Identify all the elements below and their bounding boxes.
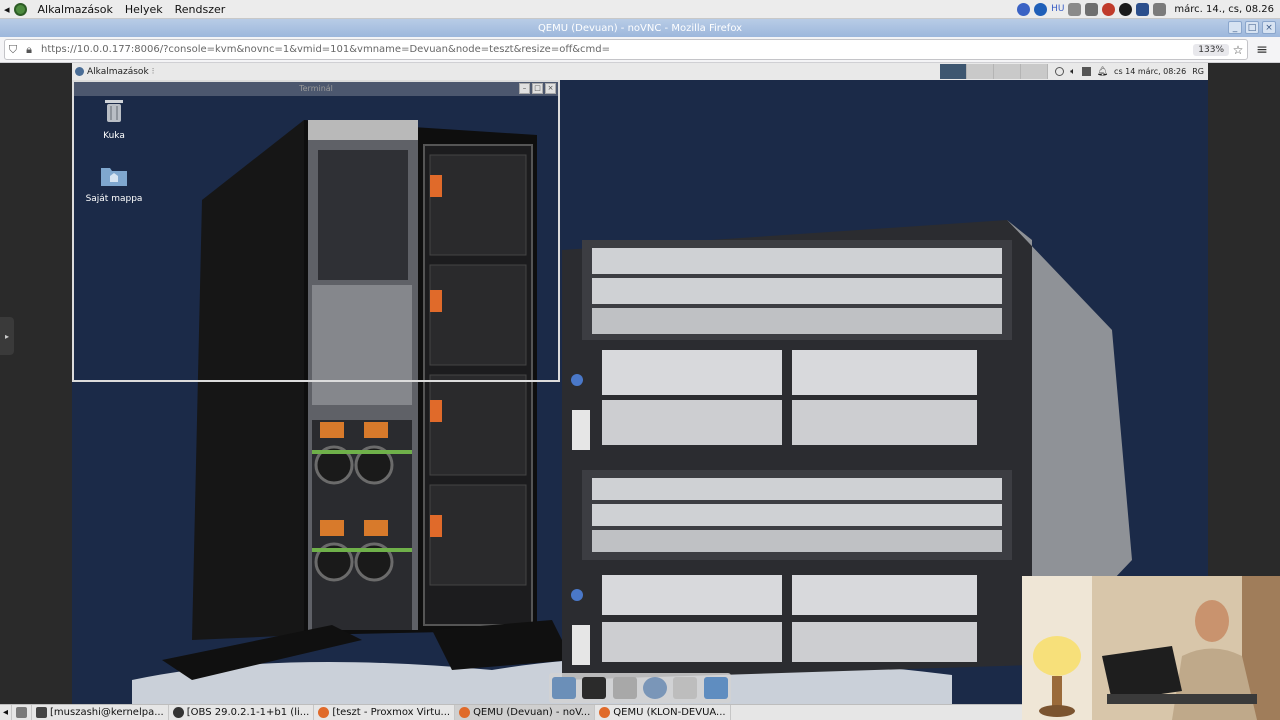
guest-volume-icon[interactable]: 🔈︎ — [1070, 67, 1075, 77]
bluetooth-icon[interactable] — [1017, 2, 1031, 16]
dock-file-manager-icon[interactable] — [612, 677, 637, 699]
firefox-icon — [599, 707, 611, 718]
hp-icon[interactable] — [1034, 2, 1048, 16]
webcam-overlay — [1022, 576, 1280, 720]
taskbar-item-label: [OBS 29.0.2.1-1+b1 (li... — [186, 707, 310, 718]
menu-applications[interactable]: Alkalmazások — [32, 3, 119, 16]
system-tray: HU márc. 14., cs, 08.26 — [1017, 2, 1280, 16]
panel-left-arrow[interactable]: ◂ — [0, 0, 14, 19]
taskbar-item-active[interactable]: QEMU (Devuan) - noV... — [455, 705, 596, 720]
update-icon[interactable] — [1102, 2, 1116, 16]
taskbar-item-label: [teszt - Proxmox Virtu... — [332, 707, 451, 718]
dock-terminal-icon[interactable] — [582, 677, 607, 699]
battery-icon[interactable] — [1153, 2, 1167, 16]
navigation-toolbar: ⛉ 🔒︎ https://10.0.0.177:8006/?console=kv… — [0, 37, 1280, 63]
volume-icon[interactable] — [1068, 2, 1082, 16]
desktop-icon-label: Kuka — [103, 131, 125, 141]
host-top-panel: ◂ Alkalmazások Helyek Rendszer HU márc. … — [0, 0, 1280, 19]
close-button[interactable]: × — [1262, 21, 1276, 34]
guest-user-initials[interactable]: RG — [1192, 67, 1204, 76]
lock-icon[interactable]: 🔒︎ — [21, 43, 37, 57]
terminal-maximize-button[interactable]: □ — [532, 83, 543, 94]
hamburger-menu-icon[interactable]: ≡ — [1248, 42, 1276, 58]
taskbar-item[interactable]: [muszashi@kernelpa... — [32, 705, 169, 720]
dock-desktop-icon[interactable] — [552, 677, 577, 699]
novnc-sidebar-handle[interactable]: ▸ — [0, 317, 14, 355]
workspace-1[interactable] — [940, 64, 967, 79]
keyboard-layout[interactable]: HU — [1051, 4, 1064, 14]
home-folder-icon — [101, 168, 127, 186]
taskbar-item[interactable]: [OBS 29.0.2.1-1+b1 (li... — [169, 705, 315, 720]
minimize-button[interactable]: _ — [1228, 21, 1242, 34]
taskbar-left-arrow[interactable]: ◂ — [0, 705, 13, 720]
show-desktop-button[interactable] — [12, 705, 33, 720]
desktop-icon-label: Saját mappa — [85, 194, 143, 204]
desktop-icon-home[interactable]: Saját mappa — [79, 163, 149, 204]
dock-folder-icon[interactable] — [703, 677, 728, 699]
address-bar[interactable]: ⛉ 🔒︎ https://10.0.0.177:8006/?console=kv… — [4, 39, 1248, 60]
guest-top-panel: Alkalmazások ⁝ 🔈︎ 🔔︎ cs 14 márc, 08:26 R… — [72, 63, 1208, 80]
taskbar-item[interactable]: QEMU (KLON-DEVUA... — [595, 705, 731, 720]
taskbar-item-label: QEMU (Devuan) - noV... — [473, 707, 591, 718]
zoom-level[interactable]: 133% — [1193, 43, 1229, 56]
workspace-3[interactable] — [994, 64, 1021, 79]
dock-search-icon[interactable] — [673, 677, 698, 699]
menu-places[interactable]: Helyek — [119, 3, 169, 16]
distro-logo-icon[interactable] — [13, 2, 27, 16]
terminal-title: Terminál — [299, 84, 333, 93]
display-icon[interactable] — [1136, 2, 1150, 16]
guest-notification-icon[interactable]: 🔔︎ — [1097, 67, 1108, 77]
workspace-switcher[interactable] — [940, 64, 1048, 79]
guest-menu-icon[interactable] — [75, 67, 84, 76]
show-desktop-icon — [16, 707, 28, 718]
taskbar-item-label: [muszashi@kernelpa... — [50, 707, 164, 718]
terminal-minimize-button[interactable]: – — [519, 83, 530, 94]
firefox-icon — [459, 707, 471, 718]
taskbar-item-label: QEMU (KLON-DEVUA... — [613, 707, 726, 718]
guest-dock — [549, 673, 731, 703]
browser-window-title: QEMU (Devuan) - noVNC - Mozilla Firefox — [537, 22, 743, 34]
shield-icon[interactable]: ⛉ — [5, 43, 21, 57]
guest-search-icon[interactable] — [1055, 67, 1065, 76]
trash-icon — [105, 100, 123, 122]
terminal-icon — [36, 707, 48, 718]
taskbar-item[interactable]: [teszt - Proxmox Virtu... — [314, 705, 456, 720]
guest-menu-applications[interactable]: Alkalmazások — [87, 67, 149, 77]
workspace-2[interactable] — [967, 64, 994, 79]
terminal-close-button[interactable]: × — [545, 83, 556, 94]
host-taskbar: ◂ [muszashi@kernelpa... [OBS 29.0.2.1-1+… — [0, 704, 1022, 720]
firefox-icon — [318, 707, 330, 718]
obs-tray-icon[interactable] — [1119, 2, 1133, 16]
network-icon[interactable] — [1085, 2, 1099, 16]
menu-system[interactable]: Rendszer — [169, 3, 232, 16]
host-clock[interactable]: márc. 14., cs, 08.26 — [1174, 4, 1274, 15]
bookmark-star-icon[interactable]: ☆ — [1229, 43, 1247, 57]
obs-icon — [172, 707, 184, 718]
guest-network-icon[interactable] — [1081, 67, 1091, 76]
dock-browser-icon[interactable] — [643, 677, 668, 699]
workspace-4[interactable] — [1021, 64, 1048, 79]
maximize-button[interactable]: □ — [1245, 21, 1259, 34]
browser-title-bar: QEMU (Devuan) - noVNC - Mozilla Firefox … — [0, 19, 1280, 37]
guest-menu-handle-icon[interactable]: ⁝ — [152, 67, 155, 77]
webcam-feed — [1022, 576, 1280, 720]
guest-clock[interactable]: cs 14 márc, 08:26 — [1114, 67, 1186, 76]
url-text[interactable]: https://10.0.0.177:8006/?console=kvm&nov… — [41, 44, 610, 55]
terminal-title-bar[interactable]: Terminál — [74, 82, 558, 96]
desktop-icon-trash[interactable]: Kuka — [79, 96, 149, 141]
